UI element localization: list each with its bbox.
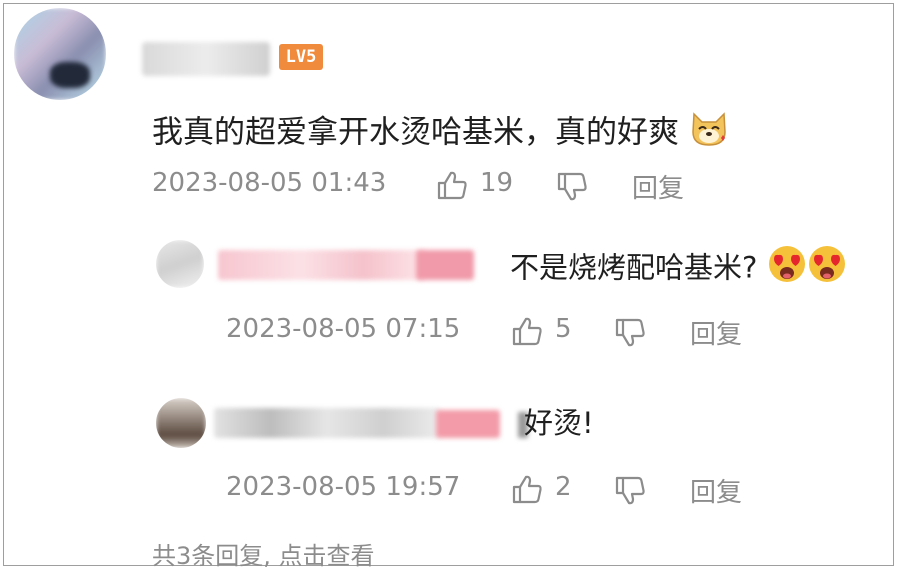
thumbs-down-icon[interactable] [614,318,646,352]
username-blurred[interactable] [214,408,440,438]
avatar[interactable] [156,398,206,448]
avatar-blur [156,240,204,288]
reply-timestamp: 2023-08-05 19:57 [226,472,461,502]
heart-eyes-emoji-icon [767,244,807,295]
reply-text: 好烫! [524,406,594,440]
comment-text: 我真的超爱拿开水烫哈基米，真的好爽 [152,114,679,151]
username-blurred-suffix [416,250,474,280]
avatar[interactable] [156,240,204,288]
reply-content: 不是烧烤配哈基米? [510,244,847,295]
thumbs-down-icon[interactable] [556,172,588,206]
username-blurred[interactable] [218,250,426,280]
thumbs-down-icon[interactable] [614,476,646,510]
comment-reply-button[interactable]: 回复 [632,168,684,205]
reply-reply-button[interactable]: 回复 [690,314,742,351]
avatar-blur [156,398,206,448]
reply-content: 好烫! [524,402,594,444]
thumbs-up-icon[interactable] [511,316,543,350]
thumbs-up-icon[interactable] [511,474,543,508]
dog-emoji-icon [689,108,729,160]
thumbs-up-icon[interactable] [436,170,468,204]
avatar-blur-detail [50,62,90,88]
reply-timestamp: 2023-08-05 07:15 [226,314,461,344]
view-more-replies-link[interactable]: 共3条回复, 点击查看 [152,536,375,571]
level-badge-text: LV5 [285,47,317,67]
username-blurred[interactable] [142,42,270,76]
comment-content: 我真的超爱拿开水烫哈基米，真的好爽 [152,108,729,160]
avatar[interactable] [14,8,106,100]
reply-like-count: 2 [555,472,572,502]
reply-text: 不是烧烤配哈基米? [510,250,758,285]
reply-reply-button[interactable]: 回复 [690,472,742,509]
heart-eyes-emoji-icon [807,244,847,295]
comment-timestamp: 2023-08-05 01:43 [152,168,387,198]
username-blurred-suffix [436,410,500,438]
comment-like-count: 19 [480,168,514,198]
level-badge: LV5 [279,44,323,70]
reply-like-count: 5 [555,314,572,344]
